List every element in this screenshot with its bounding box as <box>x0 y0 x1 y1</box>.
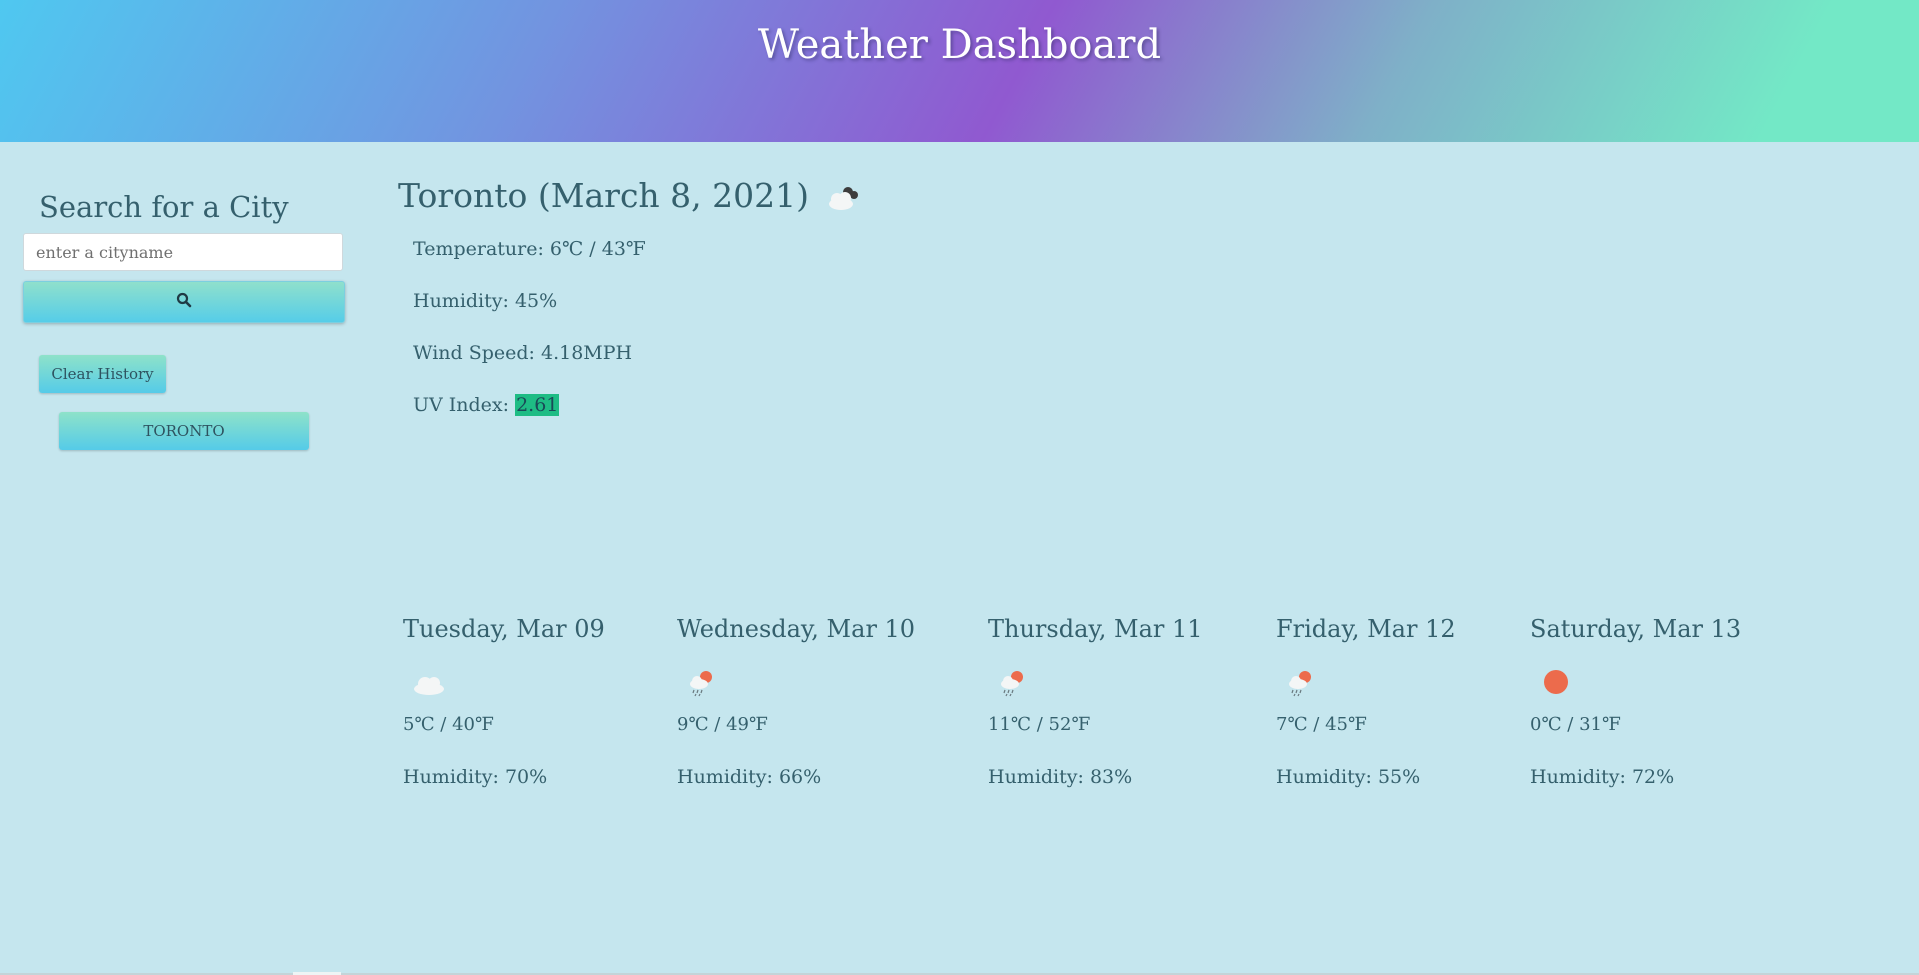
forecast-temperature: 9℃ / 49℉ <box>677 714 768 735</box>
uv-value-badge: 2.61 <box>515 394 560 416</box>
search-icon <box>176 292 192 312</box>
forecast-day: Saturday, Mar 13 0℃ / 31℉ Humidity: 72% <box>1530 615 1742 788</box>
cloud-icon <box>409 665 449 699</box>
forecast-date: Saturday, Mar 13 <box>1530 615 1742 643</box>
current-wind-speed: Wind Speed: 4.18MPH <box>413 342 633 364</box>
sun-rain-icon <box>683 665 723 699</box>
current-humidity: Humidity: 45% <box>413 290 558 312</box>
current-uv-index: UV Index: 2.61 <box>413 394 560 416</box>
forecast-temperature: 5℃ / 40℉ <box>403 714 494 735</box>
current-city-title: Toronto (March 8, 2021) <box>398 176 863 215</box>
forecast-date: Friday, Mar 12 <box>1276 615 1456 643</box>
search-title: Search for a City <box>39 190 289 224</box>
forecast-date: Thursday, Mar 11 <box>988 615 1203 643</box>
forecast-day: Thursday, Mar 11 11℃ / 52℉ Humidity: 83% <box>988 615 1203 788</box>
forecast-humidity: Humidity: 66% <box>677 766 822 788</box>
forecast-humidity: Humidity: 72% <box>1530 766 1675 788</box>
current-city-heading: Toronto (March 8, 2021) <box>398 176 810 215</box>
forecast-temperature: 0℃ / 31℉ <box>1530 714 1621 735</box>
forecast-date: Wednesday, Mar 10 <box>677 615 916 643</box>
forecast-day: Wednesday, Mar 10 9℃ / 49℉ Humidity: 66% <box>677 615 916 788</box>
forecast-date: Tuesday, Mar 09 <box>403 615 605 643</box>
sun-icon <box>1536 665 1576 699</box>
page-title: Weather Dashboard <box>757 22 1162 68</box>
forecast-temperature: 7℃ / 45℉ <box>1276 714 1367 735</box>
forecast-temperature: 11℃ / 52℉ <box>988 714 1091 735</box>
history-city-button[interactable]: TORONTO <box>59 412 309 450</box>
clear-history-button[interactable]: Clear History <box>39 355 166 393</box>
uv-label: UV Index: <box>413 394 516 416</box>
forecast-day: Tuesday, Mar 09 5℃ / 40℉ Humidity: 70% <box>403 615 605 788</box>
current-temperature: Temperature: 6℃ / 43℉ <box>413 238 646 260</box>
forecast-humidity: Humidity: 83% <box>988 766 1133 788</box>
header-banner: Weather Dashboard <box>0 0 1919 142</box>
search-button[interactable] <box>23 281 345 323</box>
forecast-humidity: Humidity: 70% <box>403 766 548 788</box>
search-input[interactable] <box>23 233 343 271</box>
forecast-humidity: Humidity: 55% <box>1276 766 1421 788</box>
forecast-day: Friday, Mar 12 7℃ / 45℉ Humidity: 55% <box>1276 615 1456 788</box>
sun-rain-icon <box>1282 665 1322 699</box>
partly-cloudy-night-icon <box>823 181 863 211</box>
sun-rain-icon <box>994 665 1034 699</box>
